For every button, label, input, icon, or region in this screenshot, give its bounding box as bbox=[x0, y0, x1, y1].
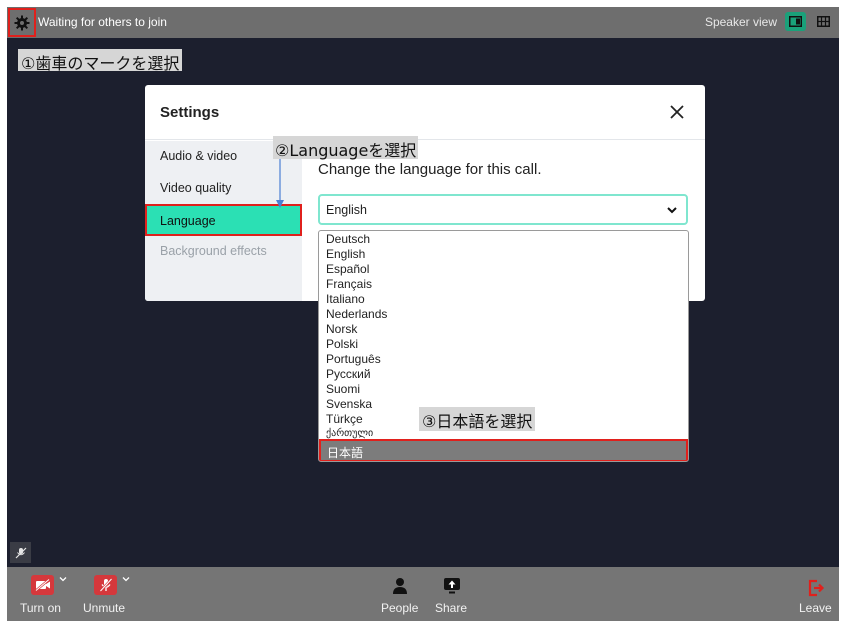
sidebar-item-label: Language bbox=[160, 214, 216, 228]
microphone-label: Unmute bbox=[83, 601, 126, 615]
people-icon[interactable] bbox=[391, 577, 409, 595]
mic-off-icon bbox=[99, 578, 112, 592]
language-heading: Change the language for this call. bbox=[318, 161, 542, 178]
language-option-francais[interactable]: Français bbox=[326, 277, 372, 292]
language-select-value: English bbox=[326, 203, 367, 217]
language-option-japanese[interactable]: 日本語 bbox=[319, 439, 688, 461]
sidebar-item-video-quality[interactable]: Video quality bbox=[160, 181, 231, 195]
language-option-label: 日本語 bbox=[327, 446, 364, 460]
language-option-italiano[interactable]: Italiano bbox=[326, 292, 365, 307]
annotation-step-1: ①歯車のマークを選択 bbox=[18, 49, 183, 73]
bottom-toolbar: Turn on Unmute People Share Leave bbox=[7, 567, 839, 621]
share-icon[interactable] bbox=[443, 577, 461, 595]
language-option-turkce[interactable]: Türkçe bbox=[326, 412, 363, 427]
sidebar-item-language[interactable]: Language bbox=[145, 204, 302, 236]
speaker-view-icon bbox=[789, 16, 802, 27]
language-select[interactable]: English bbox=[318, 194, 688, 225]
speaker-view-label: Speaker view bbox=[704, 15, 777, 29]
dialog-header: Settings bbox=[145, 85, 705, 140]
language-option-suomi[interactable]: Suomi bbox=[326, 382, 360, 397]
top-bar: Waiting for others to join Speaker view bbox=[7, 7, 839, 38]
language-option-norsk[interactable]: Norsk bbox=[326, 322, 357, 337]
annotation-step-2: ②Languageを選択 bbox=[273, 136, 419, 160]
annotation-step-3: ③日本語を選択 bbox=[419, 407, 536, 431]
speaker-view-button[interactable] bbox=[785, 12, 806, 31]
language-option-russian[interactable]: Русский bbox=[326, 367, 371, 382]
language-option-polski[interactable]: Polski bbox=[326, 337, 358, 352]
chevron-down-icon[interactable] bbox=[122, 575, 130, 583]
language-option-english[interactable]: English bbox=[326, 247, 365, 262]
mic-off-icon bbox=[15, 547, 26, 558]
language-option-deutsch[interactable]: Deutsch bbox=[326, 232, 370, 247]
language-option-nederlands[interactable]: Nederlands bbox=[326, 307, 387, 322]
dialog-title: Settings bbox=[160, 104, 220, 121]
language-option-portugues[interactable]: Português bbox=[326, 352, 381, 367]
microphone-toggle-button[interactable] bbox=[94, 575, 117, 595]
gear-icon bbox=[14, 15, 30, 30]
close-icon bbox=[670, 105, 684, 119]
sidebar-item-audio-video[interactable]: Audio & video bbox=[160, 149, 237, 163]
settings-button[interactable] bbox=[8, 8, 36, 37]
chevron-down-icon[interactable] bbox=[59, 575, 67, 583]
call-window: Waiting for others to join Speaker view … bbox=[7, 7, 839, 621]
grid-view-icon bbox=[816, 16, 830, 27]
chevron-down-icon bbox=[667, 207, 677, 214]
sidebar-item-background-effects: Background effects bbox=[160, 244, 267, 258]
grid-view-button[interactable] bbox=[813, 12, 833, 31]
share-label[interactable]: Share bbox=[435, 601, 467, 615]
leave-label[interactable]: Leave bbox=[799, 601, 832, 615]
waiting-status: Waiting for others to join bbox=[38, 15, 167, 29]
language-option-espanol[interactable]: Español bbox=[326, 262, 369, 277]
people-label[interactable]: People bbox=[381, 601, 418, 615]
leave-icon[interactable] bbox=[807, 579, 825, 597]
language-option-svenska[interactable]: Svenska bbox=[326, 397, 372, 412]
close-button[interactable] bbox=[667, 102, 687, 122]
camera-toggle-button[interactable] bbox=[31, 575, 54, 595]
camera-label: Turn on bbox=[20, 601, 61, 615]
arrow-to-language bbox=[276, 158, 284, 208]
muted-indicator bbox=[10, 542, 31, 563]
camera-off-icon bbox=[34, 579, 50, 591]
